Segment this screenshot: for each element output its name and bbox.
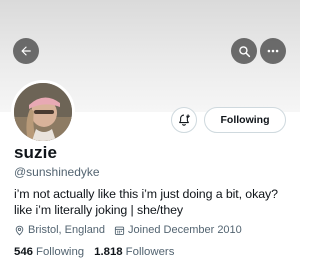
calendar-icon [114, 225, 125, 236]
following-label: Following [36, 246, 85, 258]
more-options-button[interactable] [260, 38, 286, 64]
more-horizontal-icon [267, 49, 279, 53]
avatar-photo [14, 83, 72, 141]
notifications-button[interactable] [171, 107, 197, 133]
following-count: 546 [14, 246, 34, 258]
followers-label: Followers [125, 246, 175, 258]
search-button[interactable] [231, 38, 257, 64]
profile-page: Following suzie @sunshinedyke i’m not ac… [0, 0, 300, 267]
followers-stat[interactable]: 1.818 Followers [94, 246, 174, 258]
display-name: suzie [14, 143, 58, 162]
location-text: Bristol, England [28, 224, 106, 236]
search-icon [238, 45, 250, 57]
bell-plus-icon [179, 114, 190, 126]
following-stat[interactable]: 546 Following [14, 246, 84, 258]
user-handle: @sunshinedyke [14, 165, 100, 179]
arrow-left-icon [21, 46, 31, 56]
following-button[interactable]: Following [204, 107, 286, 133]
follow-stats: 546 Following 1.818 Followers [14, 246, 174, 258]
back-button[interactable] [13, 38, 39, 64]
profile-bio: i’m not actually like this i’m just doin… [14, 187, 278, 217]
profile-meta: Bristol, England Joined December 2010 [14, 224, 242, 236]
location-pin-icon [14, 225, 25, 236]
avatar[interactable] [11, 80, 75, 144]
followers-count: 1.818 [94, 246, 123, 258]
joined-date-text: Joined December 2010 [128, 224, 242, 236]
